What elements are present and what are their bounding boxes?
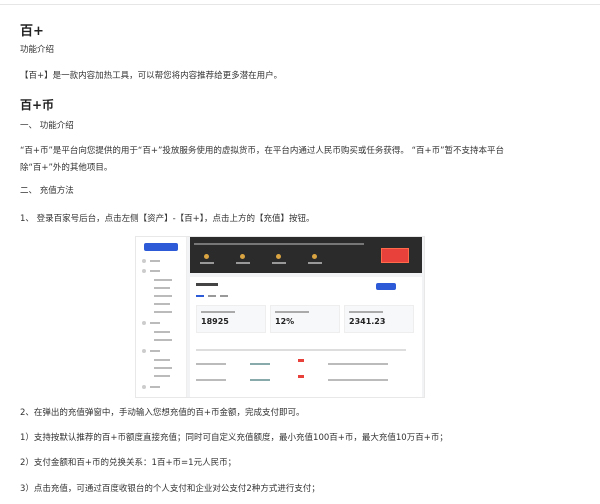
screenshot-panel: 18925 12% 2341.23 bbox=[190, 277, 422, 397]
intro-label: 功能介绍 bbox=[20, 45, 55, 55]
step1-text: 1、 登录百家号后台，点击左侧【资产】-【百+】，点击上方的【充值】按钮。 bbox=[20, 214, 315, 224]
section1-title: 一、 功能介绍 bbox=[20, 121, 74, 131]
screenshot-card-3: 2341.23 bbox=[344, 305, 414, 333]
coin-title: 百+币 bbox=[20, 98, 55, 112]
note1-text: 1）支持按默认推荐的百+币额度直接充值；同时可自定义充值额度，最小充值100百+… bbox=[20, 433, 448, 443]
top-divider bbox=[0, 0, 600, 5]
note2-text: 2）支付金额和百+币的兑换关系：1百+币=1元人民币； bbox=[20, 458, 237, 468]
screenshot-banner bbox=[190, 237, 422, 273]
section1-line2: 除“百+”外的其他项目。 bbox=[20, 163, 113, 173]
screenshot-card-2: 12% bbox=[270, 305, 340, 333]
page-title: 百+ bbox=[20, 24, 44, 39]
screenshot-card-1: 18925 bbox=[196, 305, 266, 333]
section2-title: 二、 充值方法 bbox=[20, 186, 74, 196]
section1-line1: “百+币”是平台向您提供的用于“百+”投放服务使用的虚拟货币，在平台内通过人民币… bbox=[20, 146, 504, 156]
screenshot-recharge-button bbox=[381, 248, 409, 263]
step2-text: 2、在弹出的充值弹窗中，手动输入您想充值的百+币金额，完成支付即可。 bbox=[20, 408, 305, 418]
intro-text: 【百+】是一款内容加热工具，可以帮您将内容推荐给更多潜在用户。 bbox=[20, 71, 283, 81]
note3-text: 3）点击充值，可通过百度收银台的个人支付和企业对公支付2种方式进行支付； bbox=[20, 484, 320, 494]
screenshot-publish-button bbox=[144, 243, 178, 251]
screenshot-sidebar bbox=[136, 237, 187, 397]
embedded-screenshot: 18925 12% 2341.23 bbox=[135, 236, 425, 398]
